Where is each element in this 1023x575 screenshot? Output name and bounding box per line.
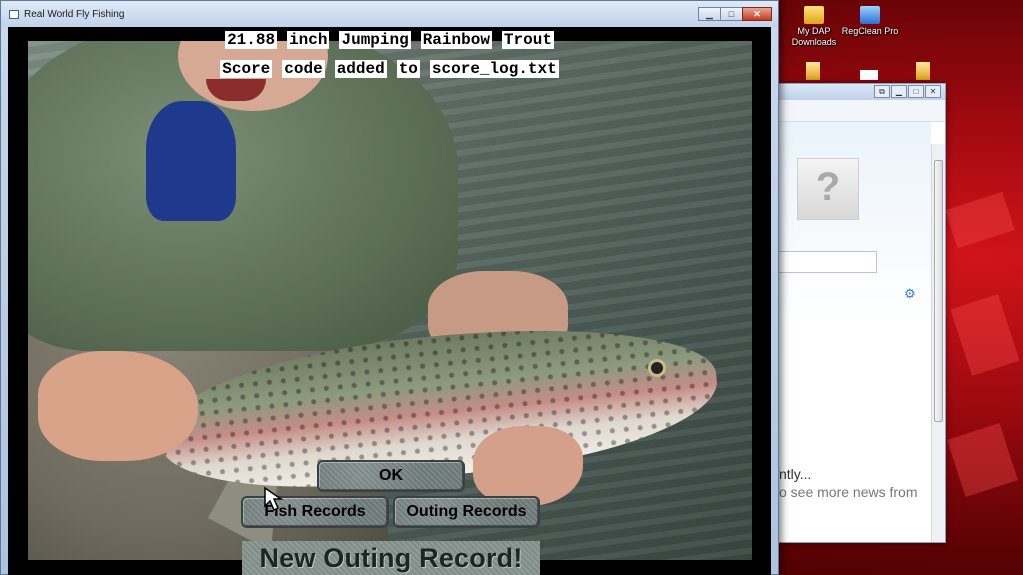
minimize-button[interactable]: ▁: [891, 85, 907, 98]
ok-button[interactable]: OK: [317, 460, 465, 492]
catch-message: 21.88 inch Jumping Rainbow Trout: [8, 31, 771, 49]
score-message-word: Score: [220, 60, 273, 78]
desktop-icon-label: RegClean Pro: [841, 26, 899, 36]
angler-shirt: [146, 101, 236, 221]
regclean-icon: [860, 6, 880, 24]
file-icon[interactable]: [860, 70, 878, 80]
game-canvas[interactable]: 21.88 inch Jumping Rainbow Trout Score code ad…: [8, 27, 771, 575]
close-button[interactable]: ✕: [742, 7, 772, 21]
close-button[interactable]: ✕: [925, 85, 941, 98]
desktop-decoration: [950, 293, 1020, 377]
text-input[interactable]: [779, 251, 877, 273]
catch-message-word: 21.88: [225, 31, 278, 49]
score-message-word: to: [396, 60, 420, 78]
outing-records-button[interactable]: Outing Records: [393, 496, 540, 528]
news-text: o see more news from: [779, 484, 918, 500]
maximize-button[interactable]: □: [720, 7, 743, 21]
file-icon[interactable]: [806, 62, 820, 80]
catch-message-word: Jumping: [339, 31, 411, 49]
score-message-word: code: [282, 60, 325, 78]
new-outing-record-banner: New Outing Record!: [242, 541, 540, 575]
catch-message-word: Rainbow: [420, 31, 492, 49]
news-text: ntly...: [779, 466, 812, 482]
maximize-button[interactable]: □: [908, 85, 924, 98]
desktop-icon-label: My DAP Downloads: [791, 26, 837, 47]
window-title: Real World Fly Fishing: [24, 9, 125, 20]
score-message-word: added: [334, 60, 387, 78]
gear-icon[interactable]: ⚙: [904, 287, 916, 300]
app-icon: [9, 10, 19, 19]
desktop-decoration: [945, 191, 1015, 249]
desktop-icon-my-dap-downloads[interactable]: My DAP Downloads: [782, 6, 846, 48]
background-window[interactable]: ⧉ ▁ □ ✕ ? ⚙ ntly... o see more news from: [778, 83, 946, 543]
background-window-titlebar[interactable]: ⧉ ▁ □ ✕: [779, 84, 945, 100]
catch-message-word: inch: [287, 31, 330, 49]
folder-download-icon: [804, 6, 824, 24]
minimize-button[interactable]: ▁: [698, 7, 721, 21]
file-icon[interactable]: [916, 62, 930, 80]
background-window-toolbar: [779, 100, 945, 122]
mouse-cursor-icon: [264, 486, 284, 512]
scrollbar[interactable]: [931, 144, 945, 542]
avatar-placeholder-icon[interactable]: ?: [797, 158, 859, 220]
catch-message-word: Trout: [501, 31, 554, 49]
desktop-icon-regclean-pro[interactable]: RegClean Pro: [838, 6, 902, 37]
game-window[interactable]: Real World Fly Fishing ▁ □ ✕ 21.88 inch Ju…: [0, 0, 779, 575]
window-titlebar[interactable]: Real World Fly Fishing ▁ □ ✕: [1, 1, 778, 27]
restore-button[interactable]: ⧉: [874, 85, 890, 98]
trout-eye: [648, 359, 666, 377]
scrollbar-thumb[interactable]: [934, 160, 943, 422]
angler-hand: [473, 426, 583, 506]
score-message: Score code added to score_log.txt: [8, 60, 771, 78]
angler-hand: [38, 351, 198, 461]
score-message-word: score_log.txt: [429, 60, 559, 78]
desktop-decoration: [947, 422, 1018, 498]
